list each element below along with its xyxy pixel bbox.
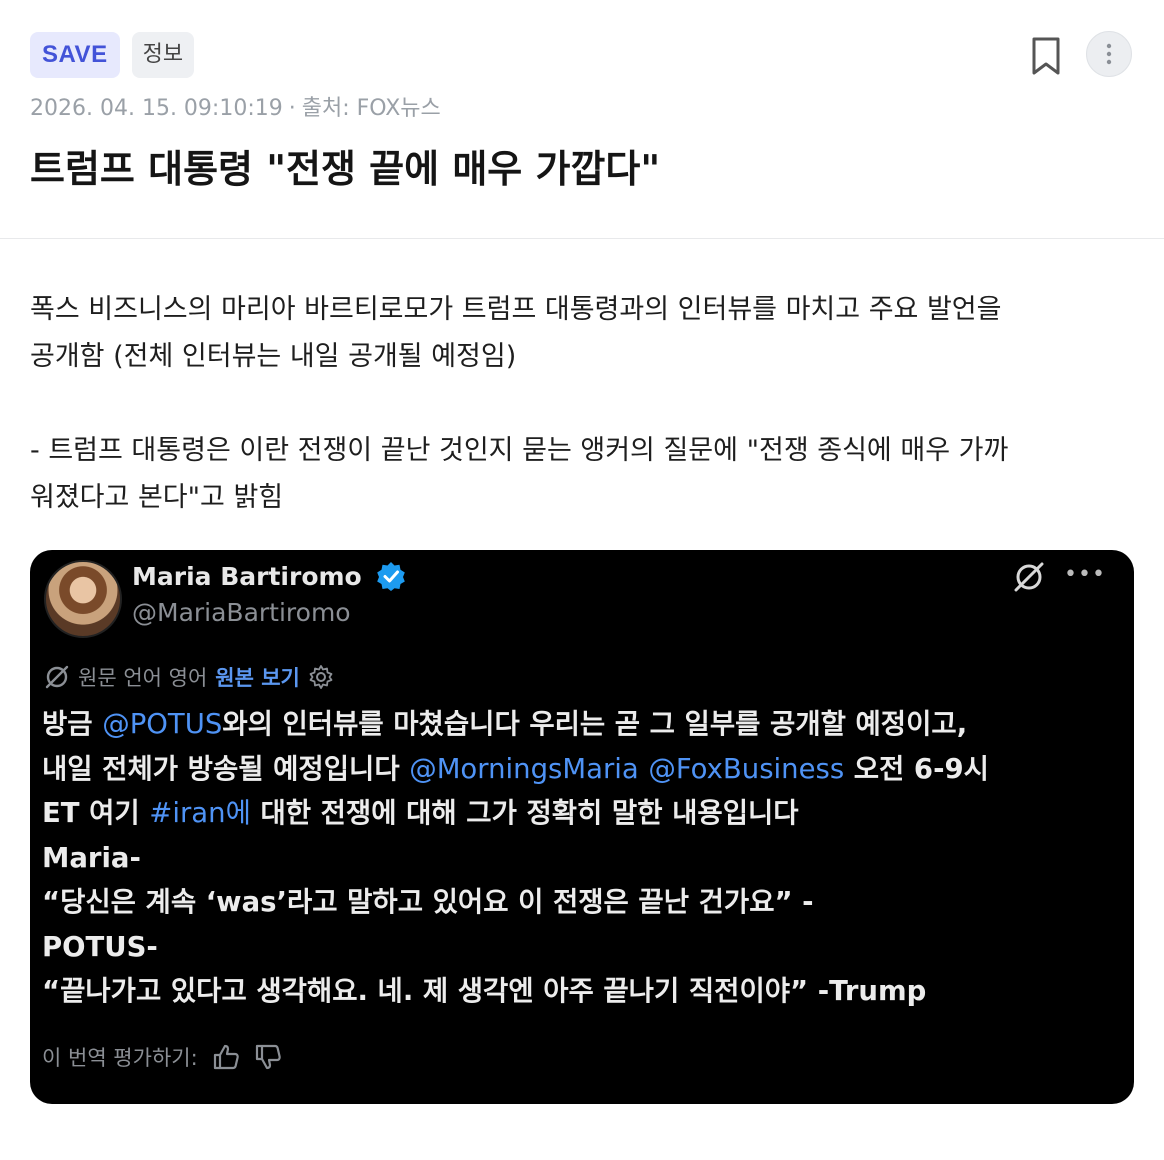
header-badges: SAVE 정보 bbox=[30, 32, 195, 78]
article-title: 트럼프 대통령 "전쟁 끝에 매우 가깝다" bbox=[30, 147, 661, 191]
body-line: 워졌다고 본다"고 밝힘 bbox=[30, 482, 284, 513]
translation-info: 원문 언어 영어 원본 보기 bbox=[44, 662, 334, 692]
settings-gear-icon[interactable] bbox=[308, 664, 334, 690]
tweet-body: 방금 @POTUS와의 인터뷰를 마쳤습니다 우리는 곧 그 일부를 공개할 예… bbox=[42, 702, 1122, 1014]
article-datetime: 2026. 04. 15. 09:10:19 bbox=[30, 96, 283, 121]
rate-translation: 이 번역 평가하기: bbox=[42, 1042, 282, 1072]
tweet-line: 방금 @POTUS와의 인터뷰를 마쳤습니다 우리는 곧 그 일부를 공개할 예… bbox=[42, 702, 1122, 747]
mention-link[interactable]: @POTUS bbox=[102, 708, 222, 740]
tweet-text-span: ET 여기 bbox=[42, 797, 150, 829]
body-line: 공개함 (전체 인터뷰는 내일 공개될 예정임) bbox=[30, 341, 517, 372]
tweet-text-span: 방금 bbox=[42, 708, 103, 740]
translation-note: 원문 언어 영어 bbox=[78, 666, 208, 690]
tweet-line: POTUS- bbox=[42, 930, 158, 963]
tweet-text-span: 와의 인터뷰를 마쳤습니다 우리는 곧 그 일부를 공개할 예정이고, bbox=[222, 708, 968, 740]
tweet-line: ET 여기 #iran에 대한 전쟁에 대해 그가 정확히 말한 내용입니다 bbox=[42, 791, 1122, 836]
tweet-author[interactable]: Maria Bartiromo bbox=[132, 562, 406, 593]
hashtag-link[interactable]: #iran에 bbox=[149, 797, 251, 829]
thumbs-down-icon[interactable] bbox=[254, 1043, 282, 1071]
bookmark-icon[interactable] bbox=[1028, 36, 1064, 76]
divider bbox=[0, 238, 1164, 239]
show-original-link[interactable]: 원본 보기 bbox=[215, 662, 300, 692]
avatar[interactable] bbox=[44, 560, 122, 638]
more-horizontal-icon[interactable]: ••• bbox=[1064, 562, 1106, 587]
tweet-line: Maria- bbox=[42, 841, 141, 874]
translate-icon bbox=[45, 665, 69, 689]
tweet-text-span: 오전 6-9시 bbox=[844, 752, 989, 785]
grok-icon[interactable] bbox=[1012, 560, 1046, 594]
article-source: 출처: FOX뉴스 bbox=[301, 96, 441, 121]
verified-badge-icon bbox=[377, 562, 406, 591]
tweet-line: “끝나가고 있다고 생각해요. 네. 제 생각엔 아주 끝나기 직전이야” -T… bbox=[42, 975, 927, 1007]
info-badge[interactable]: 정보 bbox=[131, 32, 195, 78]
tweet-handle[interactable]: @MariaBartiromo bbox=[132, 598, 351, 627]
rate-label: 이 번역 평가하기: bbox=[42, 1046, 198, 1070]
mention-link[interactable]: @MorningsMaria bbox=[409, 753, 639, 785]
more-options-button[interactable] bbox=[1086, 31, 1132, 77]
save-badge[interactable]: SAVE bbox=[30, 32, 120, 78]
embedded-tweet: Maria Bartiromo @MariaBartiromo ••• 원문 언… bbox=[30, 550, 1134, 1104]
tweet-line: “당신은 계속 ‘was’라고 말하고 있어요 이 전쟁은 끝난 건가요” - bbox=[42, 886, 814, 918]
article-body: 폭스 비즈니스의 마리아 바르티로모가 트럼프 대통령과의 인터뷰를 마치고 주… bbox=[30, 286, 1134, 521]
thumbs-up-icon[interactable] bbox=[212, 1043, 240, 1071]
body-line: - 트럼프 대통령은 이란 전쟁이 끝난 것인지 묻는 앵커의 질문에 "전쟁 … bbox=[30, 435, 1009, 466]
more-vertical-icon bbox=[1106, 43, 1112, 65]
author-name: Maria Bartiromo bbox=[132, 562, 362, 591]
tweet-text-span: 대한 전쟁에 대해 그가 정확히 말한 내용입니다 bbox=[250, 797, 799, 829]
tweet-text-span: 내일 전체가 방송될 예정입니다 bbox=[42, 752, 410, 785]
mention-link[interactable]: @FoxBusiness bbox=[648, 753, 844, 785]
article-meta: 2026. 04. 15. 09:10:19 · 출처: FOX뉴스 bbox=[30, 96, 441, 121]
tweet-line: 내일 전체가 방송될 예정입니다 @MorningsMaria @FoxBusi… bbox=[42, 747, 1122, 792]
body-line: 폭스 비즈니스의 마리아 바르티로모가 트럼프 대통령과의 인터뷰를 마치고 주… bbox=[30, 294, 1002, 325]
